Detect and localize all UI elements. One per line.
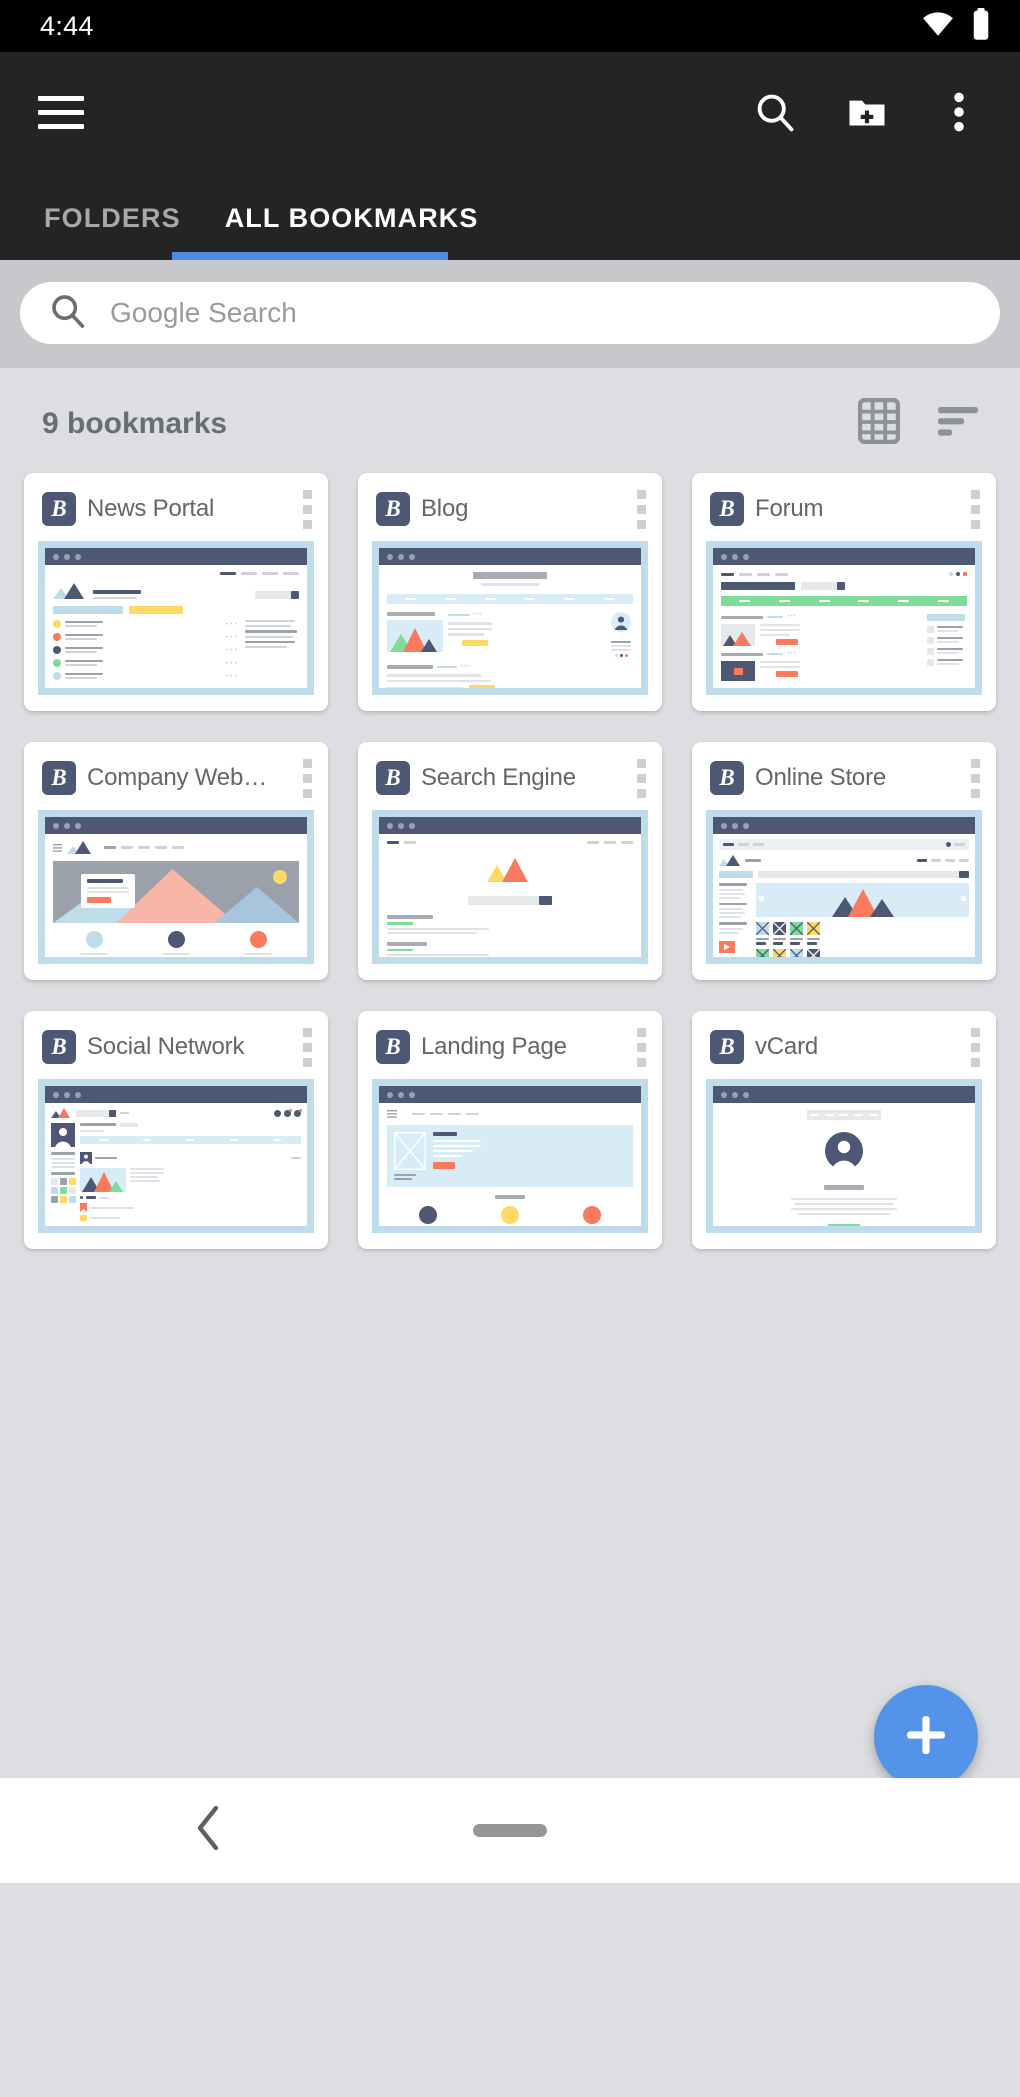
app-bar: FOLDERS ALL BOOKMARKS [0, 52, 1020, 260]
card-menu-icon[interactable] [631, 1027, 646, 1067]
sort-icon[interactable] [936, 403, 980, 444]
card-menu-icon[interactable] [631, 758, 646, 798]
system-navigation-bar [0, 1778, 1020, 1883]
battery-icon [972, 7, 990, 45]
bookmark-thumbnail [372, 810, 648, 964]
favicon: B [710, 1030, 744, 1064]
bookmarks-content: 9 bookmarks B News Portal ••• ••• ••• ••… [0, 368, 1020, 1883]
tab-bar: FOLDERS ALL BOOKMARKS [0, 172, 1020, 260]
bookmark-thumbnail [38, 1079, 314, 1233]
favicon: B [710, 492, 744, 526]
app-bar-top-row [0, 52, 1020, 172]
search-icon[interactable] [746, 83, 804, 141]
bookmark-thumbnail [706, 810, 982, 964]
bookmark-thumbnail: ••• ••• [706, 541, 982, 695]
bookmark-thumbnail: ••• ••• [372, 541, 648, 695]
more-vert-icon[interactable] [930, 83, 988, 141]
bookmarks-grid: B News Portal ••• ••• ••• ••• ••• B Blog… [0, 473, 1020, 1249]
bookmark-title: Search Engine [421, 764, 576, 791]
grid-view-icon[interactable] [857, 397, 901, 449]
view-controls [857, 397, 980, 449]
favicon: B [376, 1030, 410, 1064]
bookmark-title: Company Web… [87, 764, 267, 791]
app-bar-actions [746, 83, 988, 141]
bookmark-title: News Portal [87, 495, 215, 522]
bookmark-card[interactable]: B Company Web… [24, 742, 328, 980]
bookmark-count-label: 9 bookmarks [42, 406, 228, 440]
card-header: B Social Network [38, 1025, 314, 1069]
bookmark-card[interactable]: B Forum ••• ••• [692, 473, 996, 711]
bookmark-card[interactable]: B vCard [692, 1011, 996, 1249]
bookmark-card[interactable]: B Online Store [692, 742, 996, 980]
card-header: B Landing Page [372, 1025, 648, 1069]
card-header: B vCard [706, 1025, 982, 1069]
back-chevron-icon[interactable] [196, 1805, 222, 1855]
wifi-icon [922, 11, 954, 42]
card-header: B Forum [706, 487, 982, 531]
search-zone: Google Search [0, 260, 1020, 368]
card-header: B Company Web… [38, 756, 314, 800]
card-menu-icon[interactable] [297, 489, 312, 529]
search-placeholder: Google Search [110, 297, 297, 328]
favicon: B [42, 761, 76, 795]
favicon: B [376, 761, 410, 795]
card-menu-icon[interactable] [965, 489, 980, 529]
search-input[interactable]: Google Search [20, 282, 1000, 344]
favicon: B [710, 761, 744, 795]
bookmark-thumbnail [372, 1079, 648, 1233]
bookmark-thumbnail [706, 1079, 982, 1233]
search-icon [48, 291, 88, 336]
bookmark-card[interactable]: B Search Engine [358, 742, 662, 980]
bookmark-title: Landing Page [421, 1033, 567, 1060]
bookmark-title: Social Network [87, 1033, 245, 1060]
hamburger-menu-icon[interactable] [38, 95, 84, 129]
bookmark-title: Forum [755, 495, 824, 522]
favicon: B [42, 1030, 76, 1064]
new-folder-icon[interactable] [838, 83, 896, 141]
home-pill-icon[interactable] [473, 1824, 547, 1837]
bookmark-card[interactable]: B Social Network [24, 1011, 328, 1249]
card-menu-icon[interactable] [965, 1027, 980, 1067]
card-header: B Search Engine [372, 756, 648, 800]
bookmark-card[interactable]: B Landing Page [358, 1011, 662, 1249]
favicon: B [42, 492, 76, 526]
bookmark-thumbnail: ••• ••• ••• ••• ••• [38, 541, 314, 695]
card-menu-icon[interactable] [297, 758, 312, 798]
card-header: B Online Store [706, 756, 982, 800]
status-bar: 4:44 [0, 0, 1020, 52]
card-menu-icon[interactable] [297, 1027, 312, 1067]
card-header: B News Portal [38, 487, 314, 531]
card-header: B Blog [372, 487, 648, 531]
favicon: B [376, 492, 410, 526]
bookmark-title: vCard [755, 1033, 819, 1060]
tab-active-indicator [172, 252, 448, 260]
status-icon-group [922, 7, 990, 45]
bookmark-card[interactable]: B Blog ••• ••• [358, 473, 662, 711]
status-time: 4:44 [40, 10, 94, 41]
card-menu-icon[interactable] [965, 758, 980, 798]
card-menu-icon[interactable] [631, 489, 646, 529]
add-icon [899, 1708, 953, 1767]
bookmark-title: Online Store [755, 764, 887, 791]
add-bookmark-fab[interactable] [874, 1685, 978, 1789]
bookmark-thumbnail [38, 810, 314, 964]
bookmark-card[interactable]: B News Portal ••• ••• ••• ••• ••• [24, 473, 328, 711]
bookmark-title: Blog [421, 495, 469, 522]
toolbar-row: 9 bookmarks [0, 368, 1020, 473]
